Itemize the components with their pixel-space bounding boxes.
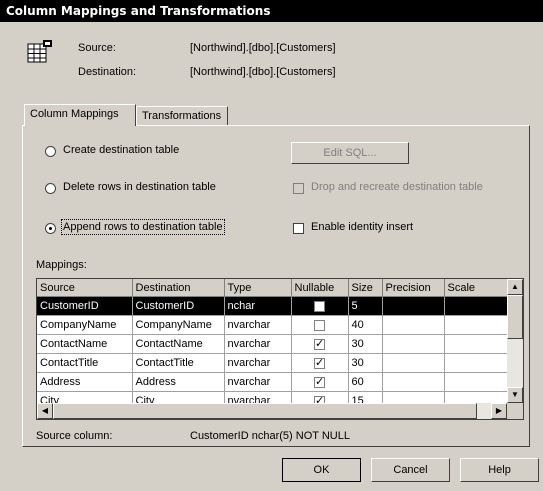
col-header-precision[interactable]: Precision <box>382 279 445 297</box>
table-row[interactable]: CompanyName CompanyName nvarchar 40 <box>37 315 515 335</box>
table-row[interactable]: CustomerID CustomerID nchar 5 <box>37 296 515 316</box>
mappings-grid[interactable]: Source Destination Type Nullable Size Pr… <box>36 278 524 420</box>
cell-nullable[interactable] <box>291 372 349 392</box>
col-header-size[interactable]: Size <box>348 279 383 297</box>
cell-precision[interactable] <box>382 353 445 373</box>
cell-type[interactable]: nchar <box>224 296 292 316</box>
vertical-scrollbar[interactable]: ▲ ▼ <box>507 279 523 403</box>
create-table-radio[interactable] <box>45 146 56 157</box>
cell-precision[interactable] <box>382 296 445 316</box>
nullable-checkbox[interactable] <box>314 300 325 312</box>
table-row[interactable]: ContactTitle ContactTitle nvarchar 30 <box>37 353 515 373</box>
tab-column-mappings[interactable]: Column Mappings <box>24 104 136 126</box>
cell-size[interactable]: 30 <box>348 334 383 354</box>
cell-destination[interactable]: Address <box>132 372 225 392</box>
cancel-button[interactable]: Cancel <box>371 458 450 482</box>
cell-size[interactable]: 60 <box>348 372 383 392</box>
cell-size[interactable]: 5 <box>348 296 383 316</box>
cell-nullable[interactable] <box>291 296 349 316</box>
cell-type[interactable]: nvarchar <box>224 334 292 354</box>
delete-rows-label[interactable]: Delete rows in destination table <box>63 181 216 193</box>
tab-column-mappings-label: Column Mappings <box>30 108 119 120</box>
table-row[interactable]: Address Address nvarchar 60 <box>37 372 515 392</box>
window-title: Column Mappings and Transformations <box>0 0 543 22</box>
cell-nullable[interactable] <box>291 315 349 335</box>
table-icon <box>26 38 54 66</box>
cell-source[interactable]: ContactTitle <box>37 353 133 373</box>
cell-destination[interactable]: CompanyName <box>132 315 225 335</box>
scroll-right-arrow-icon[interactable]: ▶ <box>491 403 507 419</box>
cell-type[interactable]: nvarchar <box>224 353 292 373</box>
cell-scale[interactable] <box>444 372 515 392</box>
cell-scale[interactable] <box>444 353 515 373</box>
table-header-row: Source Destination Type Nullable Size Pr… <box>37 279 515 297</box>
nullable-checkbox[interactable] <box>314 337 325 350</box>
cell-source[interactable]: CompanyName <box>37 315 133 335</box>
source-label: Source: <box>78 42 116 54</box>
cell-nullable[interactable] <box>291 334 349 354</box>
delete-rows-radio[interactable] <box>45 183 56 194</box>
source-value: [Northwind].[dbo].[Customers] <box>190 42 336 54</box>
cell-source[interactable]: ContactName <box>37 334 133 354</box>
create-table-label[interactable]: Create destination table <box>63 144 179 156</box>
table-row[interactable]: ContactName ContactName nvarchar 30 <box>37 334 515 354</box>
mappings-label: Mappings: <box>36 259 87 271</box>
scroll-up-arrow-icon[interactable]: ▲ <box>507 279 523 295</box>
cell-source[interactable]: CustomerID <box>37 296 133 316</box>
col-header-scale[interactable]: Scale <box>444 279 515 297</box>
col-header-destination[interactable]: Destination <box>132 279 225 297</box>
cell-destination[interactable]: ContactTitle <box>132 353 225 373</box>
nullable-checkbox[interactable] <box>314 375 325 388</box>
ok-button[interactable]: OK <box>282 458 361 482</box>
enable-identity-label[interactable]: Enable identity insert <box>311 221 413 233</box>
help-button[interactable]: Help <box>460 458 539 482</box>
cell-precision[interactable] <box>382 334 445 354</box>
vertical-scroll-thumb[interactable] <box>507 295 523 339</box>
cell-scale[interactable] <box>444 334 515 354</box>
cell-precision[interactable] <box>382 315 445 335</box>
cell-scale[interactable] <box>444 296 515 316</box>
cell-size[interactable]: 40 <box>348 315 383 335</box>
destination-label: Destination: <box>78 66 137 78</box>
append-rows-radio[interactable] <box>45 223 56 234</box>
cell-destination[interactable]: CustomerID <box>132 296 225 316</box>
scrollbar-corner <box>507 403 523 419</box>
cell-destination[interactable]: ContactName <box>132 334 225 354</box>
scroll-down-arrow-icon[interactable]: ▼ <box>507 387 523 403</box>
source-column-label: Source column: <box>36 430 113 442</box>
col-header-nullable[interactable]: Nullable <box>291 279 349 297</box>
col-header-source[interactable]: Source <box>37 279 133 297</box>
enable-identity-checkbox[interactable] <box>293 223 304 234</box>
tab-transformations-label: Transformations <box>142 110 222 122</box>
horizontal-scrollbar[interactable]: ◀ ▶ <box>37 403 507 419</box>
nullable-checkbox[interactable] <box>314 356 325 369</box>
drop-recreate-label[interactable]: Drop and recreate destination table <box>311 181 483 193</box>
cell-size[interactable]: 30 <box>348 353 383 373</box>
edit-sql-button[interactable]: Edit SQL... <box>291 142 409 164</box>
nullable-checkbox[interactable] <box>314 319 325 331</box>
cell-precision[interactable] <box>382 372 445 392</box>
append-rows-label[interactable]: Append rows to destination table <box>61 219 225 235</box>
mappings-table: Source Destination Type Nullable Size Pr… <box>37 279 515 411</box>
cell-nullable[interactable] <box>291 353 349 373</box>
source-column-value: CustomerID nchar(5) NOT NULL <box>190 430 350 442</box>
scroll-left-arrow-icon[interactable]: ◀ <box>37 403 53 419</box>
col-header-type[interactable]: Type <box>224 279 292 297</box>
horizontal-scroll-thumb[interactable] <box>53 403 477 419</box>
tab-transformations[interactable]: Transformations <box>136 106 228 125</box>
drop-recreate-checkbox[interactable] <box>293 183 304 194</box>
cell-type[interactable]: nvarchar <box>224 315 292 335</box>
cell-type[interactable]: nvarchar <box>224 372 292 392</box>
cell-source[interactable]: Address <box>37 372 133 392</box>
cell-scale[interactable] <box>444 315 515 335</box>
destination-value: [Northwind].[dbo].[Customers] <box>190 66 336 78</box>
